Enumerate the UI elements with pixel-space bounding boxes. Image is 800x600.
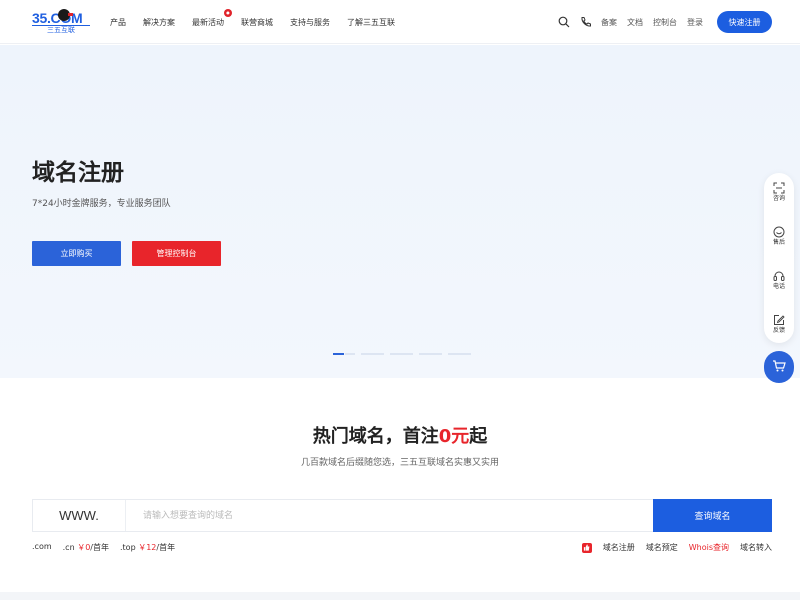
login-link[interactable]: 登录 — [687, 17, 703, 28]
sidebar-item-aftersales[interactable]: 售后 — [764, 223, 794, 246]
carousel-dot-5[interactable] — [448, 353, 471, 355]
headset-icon — [773, 267, 785, 281]
cart-button[interactable] — [764, 351, 794, 383]
price-unit: /首年 — [90, 543, 109, 552]
hot-domains-title-highlight: 0元 — [438, 426, 470, 447]
price-ext: .com — [32, 542, 52, 551]
hot-domains-title: 热门域名，首注0元起 — [0, 422, 800, 448]
scan-icon — [773, 179, 785, 194]
nav-item-activities-label: 最新活动 — [192, 17, 224, 27]
filing-link[interactable]: 备案 — [601, 17, 617, 28]
price-ext: .top — [120, 543, 136, 552]
hero-banner: 域名注册 7*24小时金牌服务，专业服务团队 立即购买 管理控制台 — [0, 45, 800, 378]
hero-title: 域名注册 — [32, 160, 124, 186]
logo-bird-icon — [58, 9, 73, 21]
logo[interactable]: 35.COM 三五互联 — [32, 9, 90, 35]
price-item-top[interactable]: .top ￥12/首年 — [120, 542, 175, 553]
domain-prefix: WWW. — [33, 500, 126, 531]
search-icon[interactable] — [557, 15, 571, 29]
nav-item-support[interactable]: 支持与服务 — [290, 17, 330, 28]
link-domain-transfer[interactable]: 域名转入 — [740, 542, 772, 553]
nav-item-mall[interactable]: 联营商城 — [241, 17, 273, 28]
carousel-dot-4[interactable] — [419, 353, 442, 355]
nav-item-about[interactable]: 了解三五互联 — [347, 17, 395, 28]
hot-domains-title-prefix: 热门域名，首注 — [312, 426, 439, 447]
logo-text: 35.COM — [32, 10, 83, 26]
domain-quick-links: 域名注册 域名预定 Whois查询 域名转入 — [581, 542, 772, 553]
nav-item-solutions[interactable]: 解决方案 — [143, 17, 175, 28]
header-tools: 备案 文档 控制台 登录 快速注册 — [557, 0, 772, 44]
hero-subtitle: 7*24小时金牌服务，专业服务团队 — [32, 199, 171, 209]
sidebar-item-phone[interactable]: 电话 — [764, 267, 794, 290]
quick-register-button[interactable]: 快速注册 — [717, 11, 772, 33]
manage-console-button[interactable]: 管理控制台 — [132, 241, 221, 266]
cart-icon — [772, 358, 786, 377]
sidebar-consult-label: 咨询 — [772, 195, 785, 202]
query-domain-button[interactable]: 查询域名 — [653, 499, 772, 532]
price-item-com[interactable]: .com — [32, 542, 52, 553]
carousel-dot-1[interactable] — [333, 353, 344, 355]
price-unit: /首年 — [156, 543, 176, 552]
sidebar-aftersales-label: 售后 — [772, 239, 785, 246]
floating-service-bar: 咨询 售后 电话 反馈 — [764, 173, 794, 343]
main-nav: 产品 解决方案 最新活动 ● 联营商城 支持与服务 了解三五互联 — [110, 0, 412, 44]
nav-item-activities[interactable]: 最新活动 ● — [192, 8, 232, 28]
price-value: ￥0 — [77, 543, 91, 552]
hot-badge-icon: ● — [224, 8, 232, 17]
hot-domains-title-suffix: 起 — [469, 426, 488, 447]
console-link[interactable]: 控制台 — [653, 17, 677, 28]
link-whois-query[interactable]: Whois查询 — [689, 542, 729, 553]
chat-icon — [773, 223, 785, 238]
carousel-dot-2[interactable] — [361, 353, 384, 355]
hot-domains-subtitle: 几百款域名后缀随您选，三五互联域名实惠又实用 — [300, 458, 499, 468]
carousel-dot-3[interactable] — [390, 353, 413, 355]
domain-search-input[interactable] — [143, 508, 643, 524]
thumbs-up-icon — [581, 542, 592, 553]
domain-price-list: .com .cn ￥0/首年 .top ￥12/首年 — [32, 542, 186, 553]
sidebar-phone-label: 电话 — [772, 283, 785, 290]
edit-icon — [773, 311, 785, 325]
carousel-dot-1-track — [345, 353, 355, 355]
sidebar-item-consult[interactable]: 咨询 — [764, 179, 794, 202]
carousel-indicators — [333, 353, 477, 355]
phone-icon[interactable] — [579, 15, 593, 29]
buy-now-button[interactable]: 立即购买 — [32, 241, 121, 266]
nav-item-products[interactable]: 产品 — [110, 17, 126, 28]
top-navigation-bar: 35.COM 三五互联 产品 解决方案 最新活动 ● 联营商城 支持与服务 了解… — [0, 0, 800, 44]
domain-search-box: WWW. 查询域名 — [32, 499, 772, 532]
section-divider — [0, 592, 800, 600]
sidebar-feedback-label: 反馈 — [772, 327, 785, 334]
logo-subtitle: 三五互联 — [32, 25, 90, 35]
link-domain-register[interactable]: 域名注册 — [603, 542, 635, 553]
link-domain-reserve[interactable]: 域名预定 — [646, 542, 678, 553]
sidebar-item-feedback[interactable]: 反馈 — [764, 311, 794, 334]
price-value: ￥12 — [138, 543, 157, 552]
price-item-cn[interactable]: .cn ￥0/首年 — [63, 542, 109, 553]
price-ext: .cn — [62, 543, 75, 552]
docs-link[interactable]: 文档 — [627, 17, 643, 28]
